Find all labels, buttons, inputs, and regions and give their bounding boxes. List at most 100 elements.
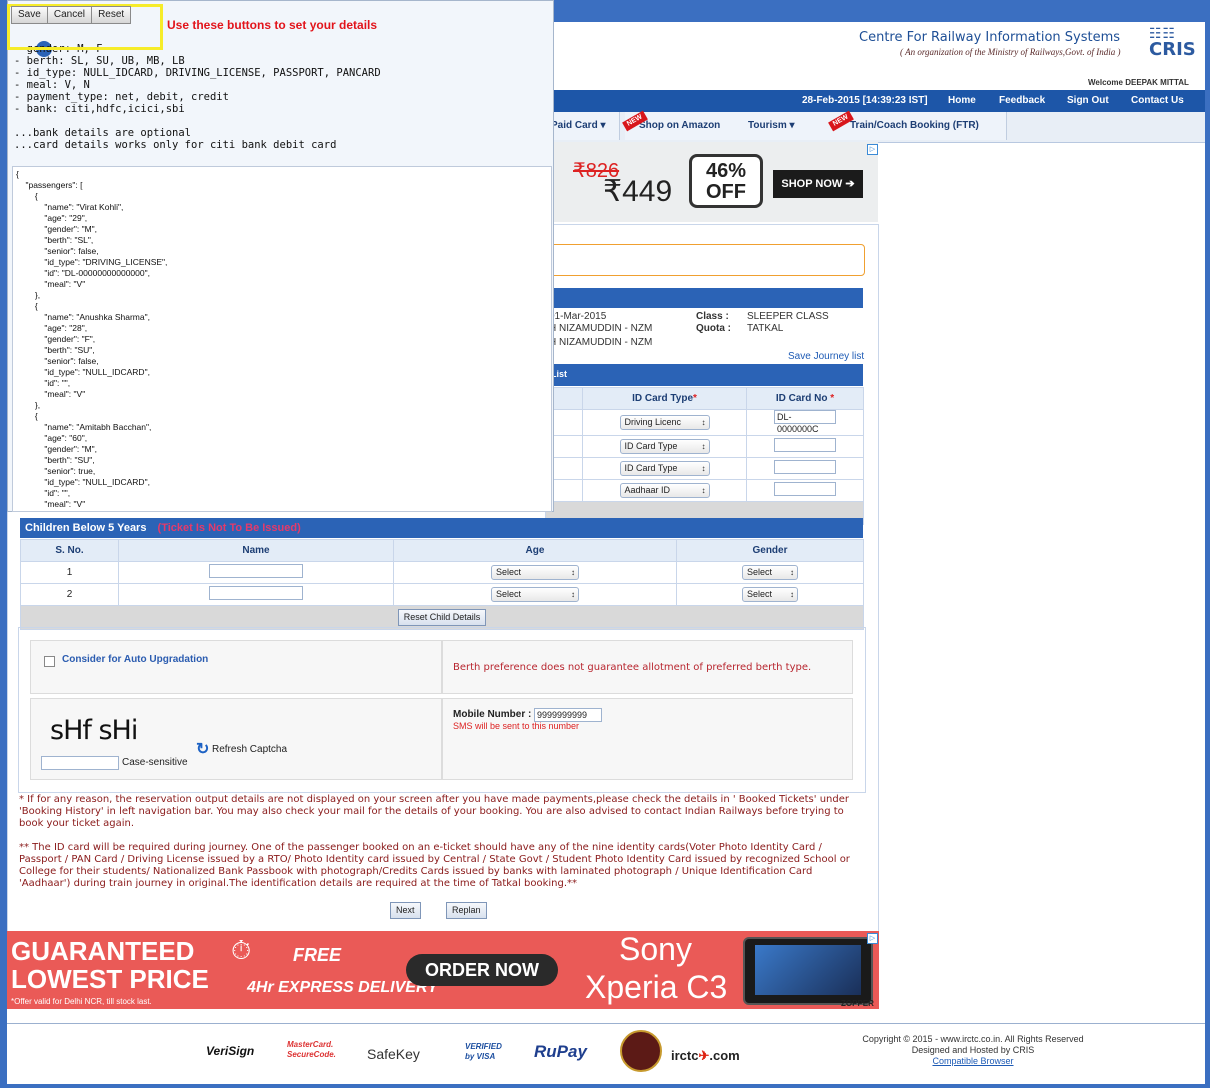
child-gender-select[interactable]: Select — [742, 565, 798, 580]
children-header: Children Below 5 Years (Ticket Is Not To… — [20, 518, 863, 538]
child-gender-select[interactable]: Select — [742, 587, 798, 602]
table-row: Driving Licenc DL-0000000C — [545, 409, 864, 436]
table-row: 1 Select Select — [20, 561, 864, 584]
save-button[interactable]: Save — [11, 6, 48, 24]
notice-box — [545, 244, 865, 276]
sms-note: SMS will be sent to this number — [453, 721, 580, 731]
mobile-cell: Mobile Number : 9999999999 SMS will be s… — [442, 698, 853, 780]
children-warning: (Ticket Is Not To Be Issued) — [157, 522, 301, 534]
menu-paid-card[interactable]: Paid Card ▾ — [545, 112, 620, 140]
discount-badge: 46% OFF — [689, 154, 763, 208]
journey-to: H NIZAMUDDIN - NZM — [549, 337, 653, 348]
cancel-button[interactable]: Cancel — [46, 6, 92, 24]
passenger-id-table: ID Card Type* ID Card No * Driving Licen… — [545, 387, 864, 525]
hosted-text: Designed and Hosted by CRIS — [911, 1045, 1035, 1055]
child-name-input[interactable] — [209, 586, 303, 600]
ad-guaranteed: GUARANTEED — [11, 936, 195, 966]
reset-child-button[interactable]: Reset Child Details — [397, 609, 487, 626]
verisign-logo: VeriSign — [206, 1044, 255, 1058]
stopwatch-icon: ⏱ — [231, 935, 252, 965]
new-price: ₹449 — [603, 175, 673, 208]
ad-model: Xperia C3 — [585, 969, 728, 1005]
berth-note: Berth preference does not guarantee allo… — [453, 662, 812, 673]
child-age-select[interactable]: Select — [491, 587, 579, 602]
shop-now-button[interactable]: SHOP NOW ➔ — [773, 170, 863, 198]
id-type-select[interactable]: ID Card Type — [619, 461, 710, 476]
auto-upgrade-checkbox[interactable] — [44, 656, 55, 667]
id-no-input[interactable]: DL-0000000C — [774, 410, 836, 434]
passenger-list-header: r List — [545, 364, 863, 386]
id-no-input[interactable] — [774, 460, 836, 474]
ad-info-icon[interactable]: ▷ — [867, 933, 878, 944]
id-type-select[interactable]: Driving Licenc — [619, 415, 710, 430]
org-title: Centre For Railway Information Systems — [859, 30, 1121, 45]
class-value: SLEEPER CLASS — [747, 311, 829, 322]
table-row: 2 Select Select — [20, 583, 864, 606]
children-table: S. No. Name Age Gender 1 Select Select 2… — [20, 539, 864, 630]
child-name-input[interactable] — [209, 564, 303, 578]
top-ad-banner[interactable]: ₹826 ₹449 46% OFF SHOP NOW ➔ ▷ — [545, 142, 878, 222]
link-contact-us[interactable]: Contact Us — [1131, 95, 1184, 106]
quota-value: TATKAL — [747, 323, 784, 334]
verified-visa-logo: VERIFIED by VISA — [465, 1042, 502, 1061]
page: Centre For Railway Information Systems (… — [7, 0, 1205, 1084]
journey-from: H NIZAMUDDIN - NZM — [549, 323, 653, 334]
top-bar: 28-Feb-2015 [14:39:23 IST] Home Feedback… — [545, 90, 1205, 112]
table-row: Aadhaar ID — [545, 479, 864, 502]
phone-image — [743, 937, 873, 1005]
ad-info-icon[interactable]: ▷ — [867, 144, 878, 155]
compatible-browser-link[interactable]: Compatible Browser — [847, 1056, 1099, 1067]
maharajas-express-logo — [620, 1030, 662, 1072]
refresh-icon[interactable]: ↻ — [196, 739, 209, 759]
row-sno: 2 — [20, 583, 119, 606]
passenger-json-text[interactable]: { "passengers": [ { "name": "Virat Kohli… — [13, 167, 551, 511]
welcome-text: Welcome DEEPAK MITTAL — [1088, 78, 1189, 87]
id-no-input[interactable] — [774, 438, 836, 452]
col-age: Age — [393, 539, 677, 562]
row-sno: 1 — [20, 561, 119, 584]
org-subtitle: ( An organization of the Ministry of Rai… — [900, 47, 1121, 57]
datetime: 28-Feb-2015 [14:39:23 IST] — [802, 95, 928, 106]
menu-train-coach[interactable]: Train/Coach Booking (FTR) — [830, 112, 1007, 140]
ad-zopper: ZOPPER — [841, 999, 874, 1008]
order-now-button[interactable]: ORDER NOW — [406, 954, 558, 986]
ad-lowest: LOWEST PRICE — [11, 964, 209, 994]
reset-button[interactable]: Reset — [91, 6, 132, 24]
case-sensitive-label: Case-sensitive — [122, 757, 188, 768]
ad-brand: Sony — [619, 931, 692, 967]
class-label: Class : — [696, 311, 729, 322]
col-gender: Gender — [676, 539, 864, 562]
footer-divider — [7, 1023, 1205, 1024]
booking-note: * If for any reason, the reservation out… — [19, 794, 849, 829]
child-age-select[interactable]: Select — [491, 565, 579, 580]
bottom-ad-banner[interactable]: GUARANTEED LOWEST PRICE *Offer valid for… — [7, 931, 879, 1009]
quota-label: Quota : — [696, 323, 731, 334]
menu-bar: Paid Card ▾ Shop on Amazon NEW Tourism ▾… — [545, 110, 1205, 143]
table-row: ID Card Type — [545, 435, 864, 458]
mobile-input[interactable]: 9999999999 — [534, 708, 602, 722]
menu-tourism[interactable]: Tourism ▾ — [742, 112, 831, 140]
replan-button[interactable]: Replan — [446, 902, 487, 919]
overlay-toolbar: Save Cancel Reset — [11, 6, 132, 24]
journey-header — [545, 288, 863, 308]
captcha-input[interactable] — [41, 756, 119, 770]
passenger-json-editor[interactable]: { "passengers": [ { "name": "Virat Kohli… — [12, 166, 552, 512]
overlay-hint: Use these buttons to set your details — [167, 18, 378, 32]
ad-express: 4Hr EXPRESS DELIVERY — [247, 979, 438, 996]
id-type-select[interactable]: ID Card Type — [619, 439, 710, 454]
config-help-text: - gender: M, F - berth: SL, SU, UB, MB, … — [14, 43, 381, 151]
table-row: ID Card Type — [545, 457, 864, 480]
next-button[interactable]: Next — [390, 902, 421, 919]
id-type-select[interactable]: Aadhaar ID — [619, 483, 710, 498]
id-card-note: ** The ID card will be required during j… — [19, 842, 850, 889]
auto-upgrade-label: Consider for Auto Upgradation — [62, 654, 209, 665]
link-home[interactable]: Home — [948, 95, 976, 106]
id-no-input[interactable] — [774, 482, 836, 496]
mobile-label: Mobile Number : — [453, 709, 532, 720]
captcha-image: sHf sHi — [50, 715, 138, 746]
cris-logo: ☷☷ CRIS — [1149, 26, 1196, 60]
refresh-captcha-link[interactable]: Refresh Captcha — [212, 744, 287, 755]
link-feedback[interactable]: Feedback — [999, 95, 1045, 106]
link-sign-out[interactable]: Sign Out — [1067, 95, 1109, 106]
save-journey-link[interactable]: Save Journey list — [788, 351, 864, 362]
